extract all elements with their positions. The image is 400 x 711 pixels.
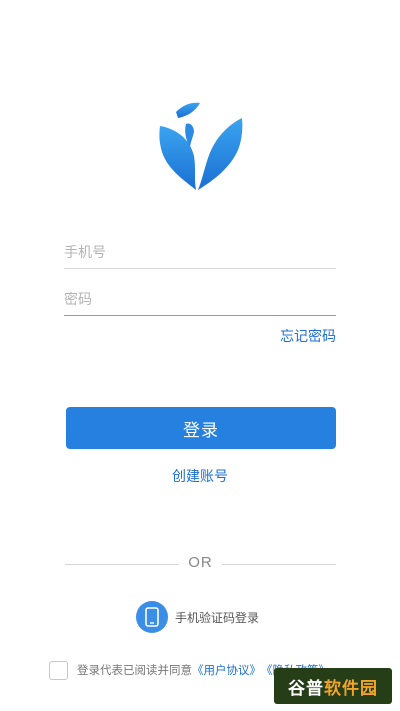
watermark-badge: 谷普 软件园 <box>274 668 392 704</box>
app-logo-icon <box>156 100 246 192</box>
agreement-checkbox[interactable] <box>49 660 68 680</box>
agreement-text: 登录代表已阅读并同意 <box>77 663 192 677</box>
password-input[interactable] <box>64 285 336 315</box>
forgot-password-link[interactable]: 忘记密码 <box>280 326 336 346</box>
or-label: OR <box>188 554 213 571</box>
sms-login-label[interactable]: 手机验证码登录 <box>175 609 259 626</box>
login-button[interactable]: 登录 <box>66 407 336 449</box>
watermark-part-b: 软件园 <box>324 678 378 699</box>
or-divider: OR <box>65 554 336 574</box>
watermark-part-a: 谷普 <box>288 678 324 699</box>
mobile-phone-icon[interactable] <box>136 601 168 633</box>
divider-line-right <box>222 564 336 565</box>
phone-field[interactable] <box>64 238 336 269</box>
phone-input[interactable] <box>64 238 336 268</box>
password-field[interactable] <box>64 285 336 316</box>
create-account-link[interactable]: 创建账号 <box>0 466 400 486</box>
user-agreement-link[interactable]: 《用户协议》 <box>192 662 261 678</box>
sms-login-button[interactable]: 手机验证码登录 <box>136 601 259 633</box>
